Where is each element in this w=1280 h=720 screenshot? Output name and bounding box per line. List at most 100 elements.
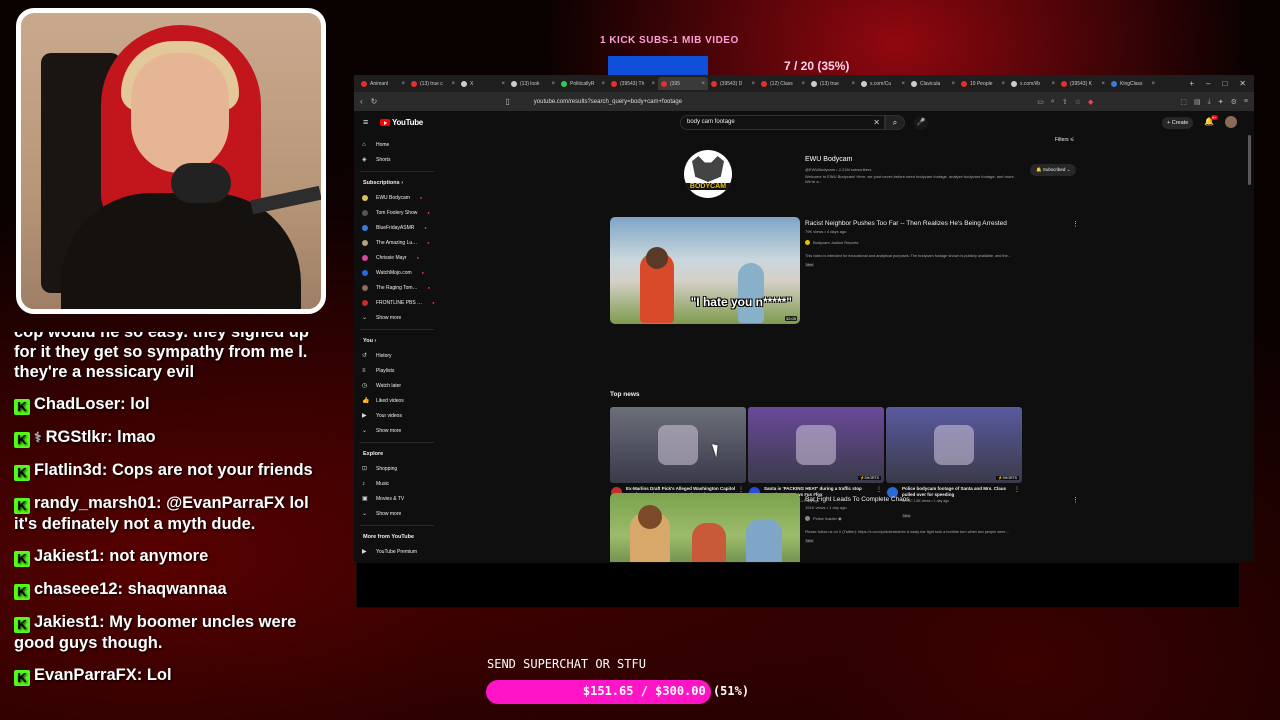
sidebar-section-title[interactable]: You › [354,334,440,348]
download-icon[interactable]: ⤓ [1208,98,1211,106]
window-control-button[interactable]: + [1189,79,1194,88]
more-options-icon[interactable]: ⋮ [1014,486,1020,493]
chat-username[interactable]: ChadLoser: [34,395,126,413]
browser-tab[interactable]: Animanl × [358,77,408,90]
extension-icon[interactable]: ⬚ [1180,98,1187,106]
chat-username[interactable]: chaseee12: [34,580,123,598]
sidebar-item[interactable]: ♪ Music [354,476,440,491]
tab-close-icon[interactable]: × [901,81,905,87]
more-options-icon[interactable]: ⋮ [1072,496,1079,504]
sidebar-section-title[interactable]: Subscriptions › [354,176,440,190]
news-thumbnail[interactable] [610,407,746,483]
chat-username[interactable]: Jakiest1: [34,613,105,631]
video-channel[interactable]: Police Insider ◉ [805,516,842,521]
browser-tab[interactable]: (395 × [658,77,708,90]
chat-username[interactable]: Flatlin3d: [34,461,107,479]
clear-search-icon[interactable]: ✕ [873,118,880,127]
reload-icon[interactable]: ↻ [371,97,378,106]
sidebar-icon[interactable]: ▤ [1194,98,1201,106]
url-field[interactable]: youtube.com/results?search_query=body+ca… [534,99,1030,105]
sidebar-item[interactable]: ▶ Your videos [354,408,440,423]
tab-close-icon[interactable]: × [1051,81,1055,87]
back-icon[interactable]: ‹ [360,97,363,106]
channel-logo[interactable]: BODYCAM [684,150,732,198]
sidebar-item[interactable]: ▣ Movies & TV [354,491,440,506]
news-thumbnail[interactable]: ⚡SHORTS [748,407,884,483]
tab-close-icon[interactable]: × [951,81,955,87]
more-options-icon[interactable]: ⋮ [738,486,744,493]
sidebar-subscription[interactable]: ⌄ Show more [354,310,440,325]
tab-close-icon[interactable]: × [601,81,605,87]
tab-close-icon[interactable]: × [1101,81,1105,87]
create-button[interactable]: + Create [1162,117,1194,129]
browser-tab[interactable]: x.com/Cu × [858,77,908,90]
video-thumbnail[interactable]: "I hate you n*****" 32:05 [610,217,800,324]
sidebar-item[interactable]: ◷ Watch later [354,378,440,393]
news-card[interactable]: Ex-Marlins Draft Pick's Alleged Washingt… [610,407,746,518]
sidebar-subscription[interactable]: WatchMojo.com ● [354,265,440,280]
sidebar-subscription[interactable]: Chrissie Mayr ● [354,250,440,265]
sidebar-subscription[interactable]: BlueFridayASMR ● [354,220,440,235]
tab-close-icon[interactable]: × [501,81,505,87]
sidebar-item[interactable]: ⌂ Home [354,137,440,152]
puzzle-icon[interactable]: ✦ [1218,98,1224,106]
browser-tab[interactable]: x.com/i/b × [1008,77,1058,90]
sidebar-subscription[interactable]: EWU Bodycam ● [354,190,440,205]
tab-close-icon[interactable]: × [1001,81,1005,87]
tab-close-icon[interactable]: × [801,81,805,87]
sidebar-subscription[interactable]: FRONTLINE PBS … ● [354,295,440,310]
zoom-icon[interactable]: ⌕ [1051,98,1055,106]
chat-username[interactable]: EvanParraFX: [34,666,142,684]
subscribed-button[interactable]: 🔔 Subscribed ⌄ [1030,164,1077,176]
tab-close-icon[interactable]: × [851,81,855,87]
window-control-button[interactable]: ‒ [1206,79,1210,88]
sidebar-section-title[interactable]: Explore [354,447,440,461]
browser-tab[interactable]: (12) Class × [758,77,808,90]
sidebar-item[interactable]: ⊡ Shopping [354,461,440,476]
tab-close-icon[interactable]: × [551,81,555,87]
tab-close-icon[interactable]: × [651,81,655,87]
menu-icon[interactable]: ≡ [1244,98,1248,106]
browser-tab[interactable]: (39543) Th × [608,77,658,90]
video-title[interactable]: Bar Fight Leads To Complete Chaos [805,496,1065,503]
news-card[interactable]: ⚡SHORTS Santa is 'PACKING HEAT' during a … [748,407,884,518]
sidebar-item[interactable]: ◈ Shorts [354,152,440,167]
browser-tab[interactable]: (39543) K × [1058,77,1108,90]
chat-username[interactable]: Jakiest1: [34,547,105,565]
scrollbar[interactable] [1248,135,1251,185]
search-button[interactable]: ⌕ [885,115,905,130]
bookmark-icon[interactable]: ▯ [505,97,509,106]
sidebar-item[interactable]: ↺ History [354,348,440,363]
browser-tab[interactable]: (13) look × [508,77,558,90]
youtube-logo[interactable]: YouTube [380,118,423,127]
sidebar-item[interactable]: ⌄ Show more [354,506,440,521]
hamburger-icon[interactable]: ≡ [363,117,368,127]
tab-close-icon[interactable]: × [1151,81,1155,87]
browser-tab[interactable]: KingClass × [1108,77,1158,90]
share-icon[interactable]: ⇪ [1062,98,1068,106]
sidebar-subscription[interactable]: Tom Foolery Show ● [354,205,440,220]
tab-close-icon[interactable]: × [701,81,705,87]
browser-tab[interactable]: PoliticallyR × [558,77,608,90]
sidebar-subscription[interactable]: The Amazing Lu… ● [354,235,440,250]
more-options-icon[interactable]: ⋮ [876,486,882,493]
search-input[interactable]: body cam footage ✕ [680,115,885,130]
chat-username[interactable]: RGStlkr: [46,428,113,446]
browser-tab[interactable]: X × [458,77,508,90]
sidebar-item[interactable]: ▶ YouTube Premium [354,544,440,559]
video-thumbnail[interactable] [610,493,800,562]
sidebar-item[interactable]: ⌄ Show more [354,423,440,438]
account-avatar[interactable] [1225,116,1237,128]
tab-close-icon[interactable]: × [751,81,755,87]
window-control-button[interactable]: ✕ [1239,79,1246,88]
browser-tab[interactable]: (13) true c × [408,77,458,90]
browser-tab[interactable]: (13) true × [808,77,858,90]
news-card[interactable]: ⚡SHORTS Police bodycam footage of Santa a… [886,407,1022,518]
video-channel[interactable]: Bodycam Justice Reports [805,240,858,245]
browser-tab[interactable]: Clavicula × [908,77,958,90]
more-options-icon[interactable]: ⋮ [1072,220,1079,228]
settings-icon[interactable]: ⚙ [1231,98,1237,106]
tab-close-icon[interactable]: × [451,81,455,87]
chat-username[interactable]: randy_marsh01: [34,494,161,512]
cast-icon[interactable]: ▭ [1037,98,1044,106]
